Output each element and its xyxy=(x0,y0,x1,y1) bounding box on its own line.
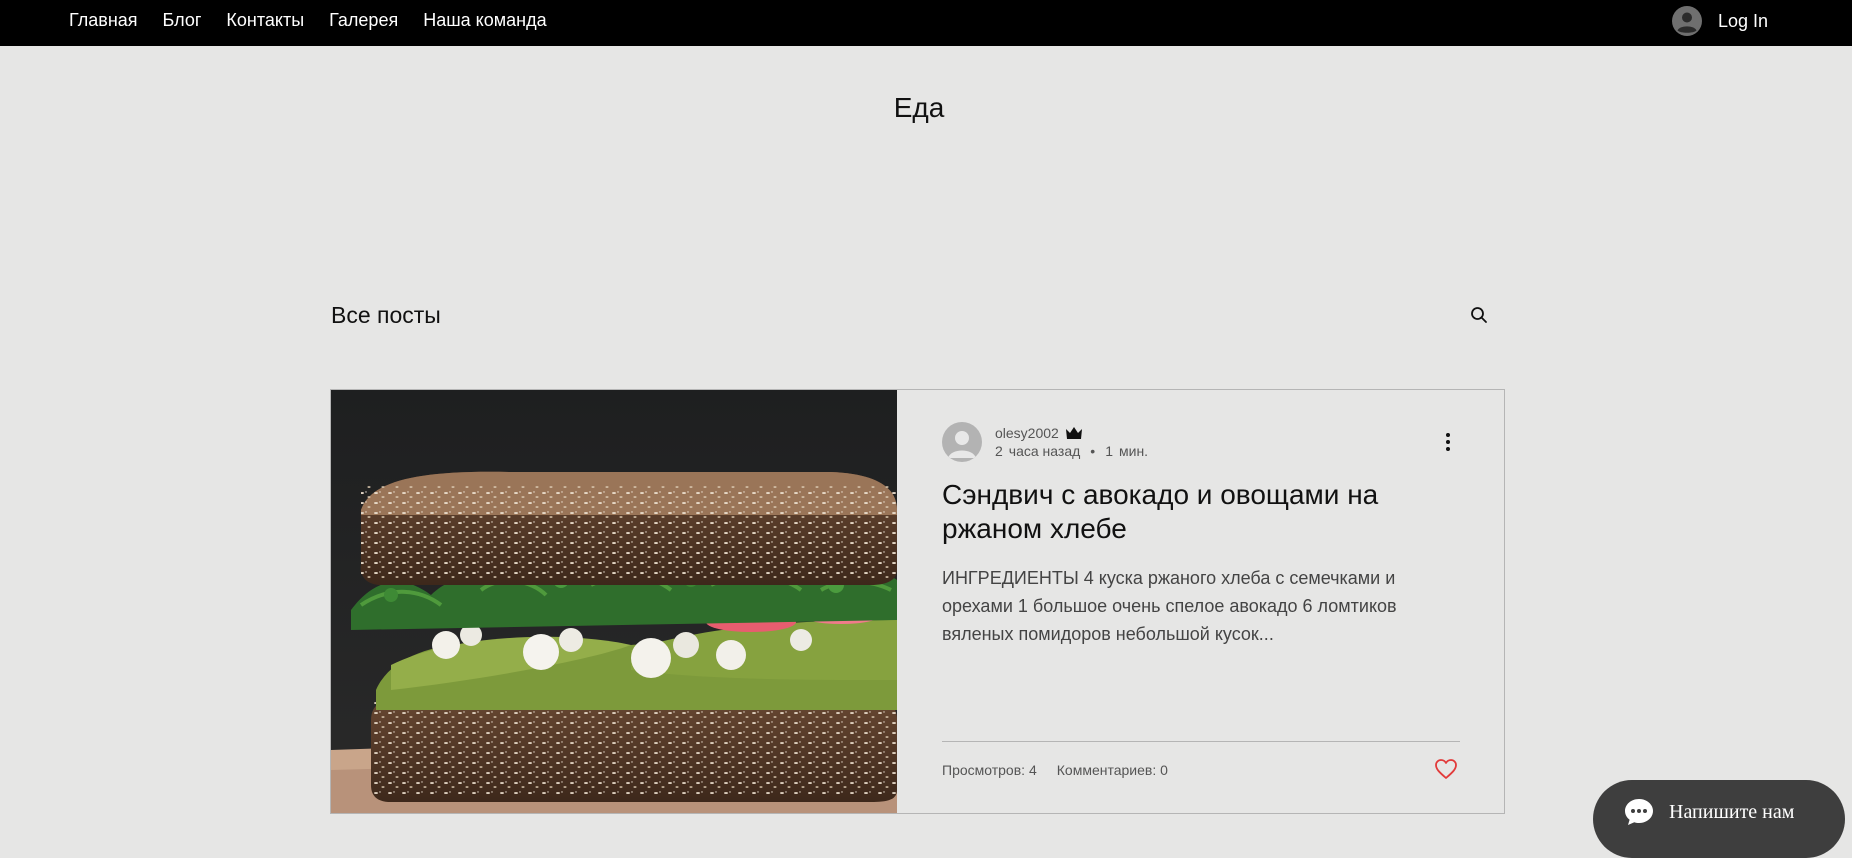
nav-item-contacts[interactable]: Контакты xyxy=(226,0,304,40)
search-icon xyxy=(1471,307,1487,323)
crown-icon xyxy=(1065,427,1082,439)
author-name: olesy2002 xyxy=(995,425,1059,441)
post-meta: olesy2002 2 часа назад • 1 мин. xyxy=(995,425,1148,459)
post-cover-image[interactable] xyxy=(331,390,897,813)
like-button[interactable] xyxy=(1434,758,1460,782)
views-stat: Просмотров: 4 xyxy=(942,762,1037,778)
views-value: 4 xyxy=(1028,762,1037,778)
read-time-number: 1 xyxy=(1105,443,1113,459)
login-button[interactable]: Log In xyxy=(1671,5,1768,37)
post-stats: Просмотров: 4 Комментариев: 0 xyxy=(942,762,1168,778)
post-time-text: часа назад xyxy=(1008,443,1081,459)
post-time-number: 2 xyxy=(995,443,1003,459)
comments-stat[interactable]: Комментариев: 0 xyxy=(1057,762,1168,778)
author-name-link[interactable]: olesy2002 xyxy=(995,425,1148,441)
heart-icon xyxy=(1435,759,1457,779)
posts-header: Все посты xyxy=(331,298,1487,332)
top-nav-bar: Главная Блог Контакты Галерея Наша коман… xyxy=(0,0,1852,46)
post-title[interactable]: Сэндвич с авокадо и овощами на ржаном хл… xyxy=(942,478,1442,546)
post-footer-divider xyxy=(942,741,1460,742)
user-avatar-icon xyxy=(1671,6,1702,36)
post-content: olesy2002 2 часа назад • 1 мин. Сэндвич … xyxy=(897,390,1504,813)
post-card[interactable]: olesy2002 2 часа назад • 1 мин. Сэндвич … xyxy=(330,389,1505,814)
chat-button[interactable]: Напишите нам xyxy=(1593,780,1845,858)
chat-bubble-icon xyxy=(1625,799,1653,825)
post-time-row: 2 часа назад • 1 мин. xyxy=(995,443,1148,459)
post-excerpt[interactable]: ИНГРЕДИЕНТЫ 4 куска ржаного хлеба с семе… xyxy=(942,564,1442,648)
default-avatar-icon xyxy=(948,431,976,458)
meta-separator: • xyxy=(1090,443,1096,459)
main-nav: Главная Блог Контакты Галерея Наша коман… xyxy=(69,0,547,40)
author-avatar[interactable] xyxy=(942,422,982,462)
nav-item-blog[interactable]: Блог xyxy=(163,0,202,40)
more-vertical-icon xyxy=(1446,433,1450,451)
sandwich-image xyxy=(331,390,897,813)
login-label: Log In xyxy=(1717,10,1768,31)
views-label: Просмотров: xyxy=(942,762,1026,778)
comments-value: 0 xyxy=(1160,762,1168,778)
nav-item-team[interactable]: Наша команда xyxy=(423,0,546,40)
read-time-text: мин. xyxy=(1119,443,1149,459)
comments-label: Комментариев: xyxy=(1056,762,1157,778)
nav-item-home[interactable]: Главная xyxy=(69,0,138,40)
nav-item-gallery[interactable]: Галерея xyxy=(329,0,398,40)
chat-label: Напишите нам xyxy=(1669,800,1795,823)
search-button[interactable] xyxy=(1462,298,1496,332)
more-actions-button[interactable] xyxy=(1436,430,1460,454)
all-posts-link[interactable]: Все посты xyxy=(331,302,441,329)
page-title: Еда xyxy=(893,92,945,123)
author-row: olesy2002 2 часа назад • 1 мин. xyxy=(942,422,1148,462)
